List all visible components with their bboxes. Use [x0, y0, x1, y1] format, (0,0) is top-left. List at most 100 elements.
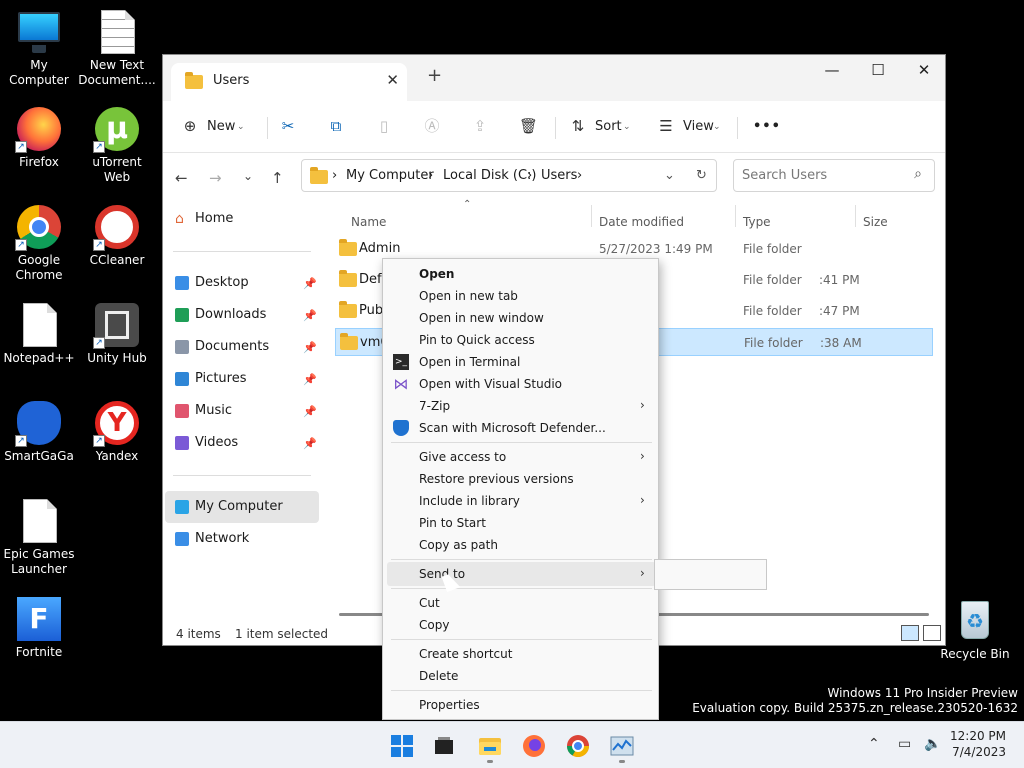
- menu-item-open-in-new-window[interactable]: Open in new window: [419, 311, 544, 325]
- menu-item-copy-as-path[interactable]: Copy as path: [419, 538, 498, 552]
- details-view-icon[interactable]: [901, 625, 919, 641]
- network-status-icon[interactable]: ▭: [898, 736, 911, 752]
- refresh-icon[interactable]: ↻: [696, 168, 707, 183]
- copy-icon[interactable]: ⧉: [327, 117, 345, 135]
- nav-documents[interactable]: Documents: [175, 339, 269, 354]
- menu-item-include-in-library[interactable]: Include in library: [419, 494, 520, 508]
- nav-videos[interactable]: Videos: [175, 435, 238, 450]
- up-icon[interactable]: ↑: [271, 169, 284, 187]
- desktop-icon-new-text-document[interactable]: New Text Document....: [78, 8, 156, 88]
- desktop-icon-notepad-plus-plus[interactable]: Notepad++: [0, 301, 78, 366]
- nav-network[interactable]: Network: [175, 531, 249, 546]
- menu-item-scan-with-defender[interactable]: Scan with Microsoft Defender...: [419, 421, 606, 435]
- desktop-icon-google-chrome[interactable]: ↗ Google Chrome: [0, 203, 78, 283]
- desktop-icon-recycle-bin[interactable]: ♻ Recycle Bin: [936, 597, 1014, 662]
- desktop-icon-fortnite[interactable]: F Fortnite: [0, 595, 78, 660]
- column-header-size[interactable]: Size: [863, 215, 888, 229]
- menu-item-delete[interactable]: Delete: [419, 669, 458, 683]
- desktop-icon-my-computer[interactable]: My Computer: [0, 8, 78, 88]
- paste-icon[interactable]: ▯: [375, 117, 393, 135]
- desktop-icon-ccleaner[interactable]: ↗ CCleaner: [78, 203, 156, 268]
- nav-home[interactable]: ⌂ Home: [175, 211, 233, 226]
- back-icon[interactable]: ←: [175, 169, 188, 187]
- chrome-icon[interactable]: [566, 734, 590, 758]
- new-tab-button[interactable]: +: [427, 65, 442, 86]
- view-button[interactable]: View: [683, 113, 714, 141]
- view-icon[interactable]: ☰: [657, 117, 675, 135]
- nav-downloads[interactable]: Downloads: [175, 307, 266, 322]
- search-placeholder: Search Users: [742, 168, 828, 183]
- new-icon[interactable]: ⊕: [181, 117, 199, 135]
- yandex-icon: Y ↗: [93, 399, 141, 447]
- desktop-icon-utorrent-web[interactable]: µ ↗ uTorrent Web: [78, 105, 156, 185]
- submenu-arrow-icon: ›: [640, 566, 645, 580]
- tab-users[interactable]: Users ✕: [171, 63, 407, 101]
- firefox-icon: ↗: [15, 105, 63, 153]
- pin-icon: 📌: [303, 309, 317, 322]
- nav-music[interactable]: Music: [175, 403, 232, 418]
- menu-item-open-in-new-tab[interactable]: Open in new tab: [419, 289, 518, 303]
- breadcrumb-users[interactable]: Users: [541, 168, 577, 183]
- file-explorer-icon[interactable]: [478, 734, 502, 758]
- nav-my-computer[interactable]: My Computer: [175, 499, 283, 514]
- minimize-button[interactable]: —: [809, 55, 855, 85]
- desktop-icon-yandex[interactable]: Y ↗ Yandex: [78, 399, 156, 464]
- breadcrumb-local-disk[interactable]: Local Disk (C:): [443, 168, 536, 183]
- desktop-icon-epic-games-launcher[interactable]: Epic Games Launcher: [0, 497, 78, 577]
- address-dropdown-icon[interactable]: ⌄: [664, 168, 675, 183]
- pin-icon: 📌: [303, 405, 317, 418]
- computer-icon: [175, 500, 189, 514]
- new-button[interactable]: New: [207, 113, 235, 141]
- cut-icon[interactable]: ✂: [279, 117, 297, 135]
- recent-locations-icon[interactable]: ⌄: [243, 169, 253, 183]
- close-button[interactable]: ✕: [901, 55, 947, 85]
- volume-icon[interactable]: 🔈: [924, 736, 941, 752]
- nav-desktop[interactable]: Desktop: [175, 275, 249, 290]
- search-box[interactable]: Search Users ⌕: [733, 159, 935, 192]
- address-bar[interactable]: › My Computer › Local Disk (C:) › Users …: [301, 159, 717, 192]
- menu-item-pin-to-quick-access[interactable]: Pin to Quick access: [419, 333, 535, 347]
- delete-icon[interactable]: 🗑: [519, 117, 538, 135]
- menu-item-7-zip[interactable]: 7-Zip: [419, 399, 450, 413]
- nav-pictures-label: Pictures: [195, 371, 247, 386]
- show-hidden-icons-icon[interactable]: ⌃: [868, 736, 880, 752]
- task-manager-icon[interactable]: [610, 734, 634, 758]
- task-view-icon[interactable]: [432, 734, 456, 758]
- menu-separator: [391, 442, 652, 443]
- column-header-name[interactable]: Name: [351, 215, 386, 229]
- firefox-icon[interactable]: [522, 734, 546, 758]
- sort-icon[interactable]: ⇅: [569, 117, 587, 135]
- menu-item-copy[interactable]: Copy: [419, 618, 449, 632]
- menu-item-open-with-visual-studio[interactable]: Open with Visual Studio: [419, 377, 562, 391]
- menu-item-create-shortcut[interactable]: Create shortcut: [419, 647, 512, 661]
- clock-time: 12:20 PM: [950, 729, 1006, 743]
- nav-desktop-label: Desktop: [195, 275, 249, 290]
- more-options-button[interactable]: •••: [753, 113, 781, 141]
- nav-pictures[interactable]: Pictures: [175, 371, 247, 386]
- tiles-view-icon[interactable]: [923, 625, 941, 641]
- menu-item-give-access-to[interactable]: Give access to: [419, 450, 506, 464]
- column-header-type[interactable]: Type: [743, 215, 771, 229]
- sort-button[interactable]: Sort: [595, 113, 622, 141]
- share-icon[interactable]: ⇪: [471, 117, 489, 135]
- menu-item-cut[interactable]: Cut: [419, 596, 440, 610]
- menu-separator: [391, 559, 652, 560]
- close-tab-icon[interactable]: ✕: [386, 71, 399, 89]
- file-date: :41 PM: [819, 273, 860, 287]
- desktop-icon-firefox[interactable]: ↗ Firefox: [0, 105, 78, 170]
- breadcrumb-my-computer[interactable]: My Computer: [346, 168, 434, 183]
- desktop-icon-smartgaga[interactable]: ↗ SmartGaGa: [0, 399, 78, 464]
- menu-item-pin-to-start[interactable]: Pin to Start: [419, 516, 486, 530]
- nav-divider: [173, 251, 311, 252]
- menu-item-properties[interactable]: Properties: [419, 698, 480, 712]
- desktop-icon-unity-hub[interactable]: ↗ Unity Hub: [78, 301, 156, 366]
- menu-item-open-in-terminal[interactable]: Open in Terminal: [419, 355, 520, 369]
- maximize-button[interactable]: ☐: [855, 55, 901, 85]
- system-clock[interactable]: 12:20 PM 7/4/2023: [950, 728, 1006, 760]
- start-icon[interactable]: [390, 734, 414, 758]
- forward-icon[interactable]: →: [209, 169, 222, 187]
- menu-item-open[interactable]: Open: [419, 267, 454, 281]
- menu-item-restore-previous-versions[interactable]: Restore previous versions: [419, 472, 574, 486]
- column-header-date-modified[interactable]: Date modified: [599, 215, 684, 229]
- rename-icon[interactable]: Ⓐ: [423, 117, 441, 135]
